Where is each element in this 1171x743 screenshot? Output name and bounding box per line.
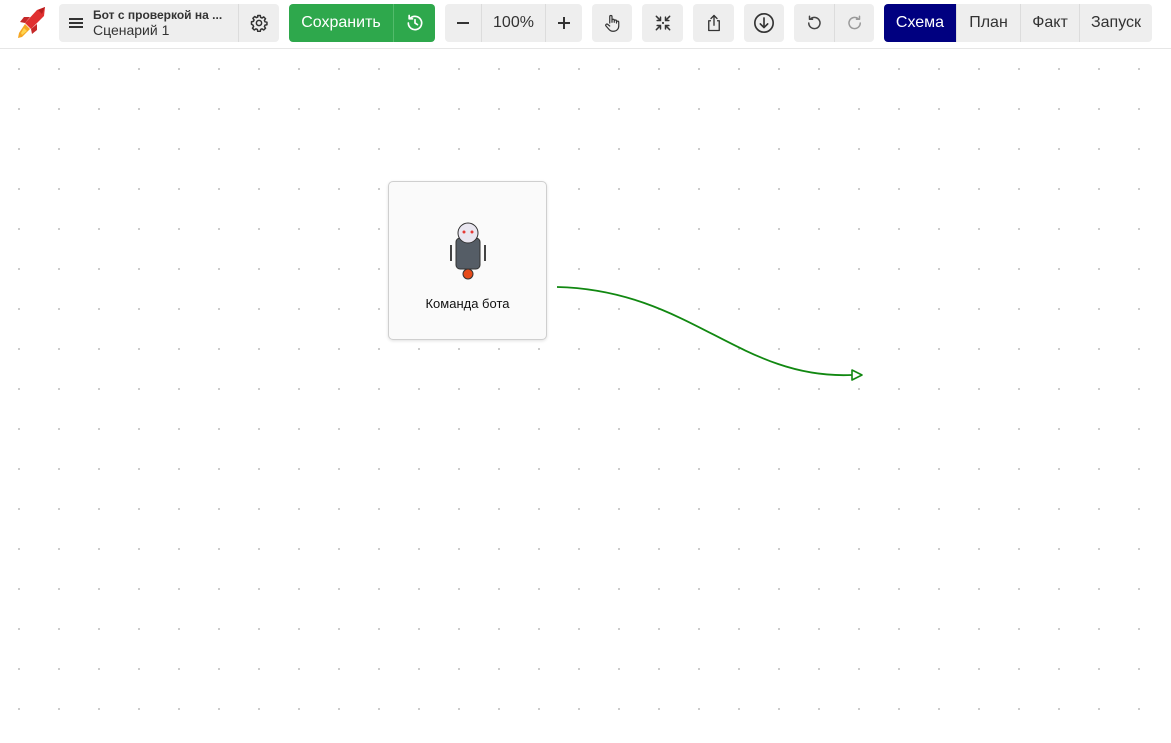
history-clock-icon	[407, 14, 422, 31]
zoom-controls: 100%	[445, 4, 582, 42]
zoom-level[interactable]: 100%	[481, 4, 546, 42]
mode-tab-schema[interactable]: Схема	[884, 4, 956, 42]
undo-icon	[808, 15, 821, 30]
save-group: Сохранить	[289, 4, 435, 42]
fit-to-screen-icon	[655, 15, 670, 31]
plus-icon	[558, 17, 570, 29]
pan-tool-button[interactable]	[592, 4, 632, 42]
hamburger-icon	[69, 18, 83, 28]
toolbar: Бот с проверкой на ... Сценарий 1 Сохран…	[0, 0, 1171, 49]
connector-arrow[interactable]	[0, 50, 1171, 743]
project-settings-button[interactable]	[238, 4, 279, 42]
rocket-logo-icon	[18, 7, 45, 38]
redo-icon	[847, 15, 861, 30]
project-names[interactable]: Бот с проверкой на ... Сценарий 1	[93, 4, 238, 42]
mode-tab-plan[interactable]: План	[956, 4, 1020, 42]
project-menu-button[interactable]	[59, 4, 93, 42]
connector-path	[556, 286, 853, 376]
diagram-canvas[interactable]: Команда бота	[0, 50, 1171, 743]
undo-button[interactable]	[794, 4, 834, 42]
zoom-in-button[interactable]	[546, 4, 582, 42]
hand-pointer-icon	[605, 14, 620, 32]
share-upload-icon	[707, 14, 720, 32]
history-controls	[794, 4, 874, 42]
mode-switcher: Схема План Факт Запуск	[884, 4, 1152, 42]
app-logo[interactable]	[12, 4, 52, 42]
mode-tab-launch[interactable]: Запуск	[1079, 4, 1152, 42]
mode-tab-fact[interactable]: Факт	[1020, 4, 1079, 42]
zoom-out-button[interactable]	[445, 4, 481, 42]
gear-icon	[250, 14, 268, 32]
save-button[interactable]: Сохранить	[289, 4, 393, 42]
project-selector: Бот с проверкой на ... Сценарий 1	[59, 4, 279, 42]
redo-button[interactable]	[834, 4, 874, 42]
minus-icon	[457, 22, 469, 24]
arrowhead-icon	[851, 369, 863, 381]
save-history-button[interactable]	[393, 4, 435, 42]
download-button[interactable]	[744, 4, 784, 42]
download-circle-icon	[754, 13, 774, 33]
share-button[interactable]	[693, 4, 734, 42]
fit-to-screen-button[interactable]	[642, 4, 683, 42]
project-name: Бот с проверкой на ...	[93, 8, 223, 22]
scenario-name: Сценарий 1	[93, 22, 170, 38]
